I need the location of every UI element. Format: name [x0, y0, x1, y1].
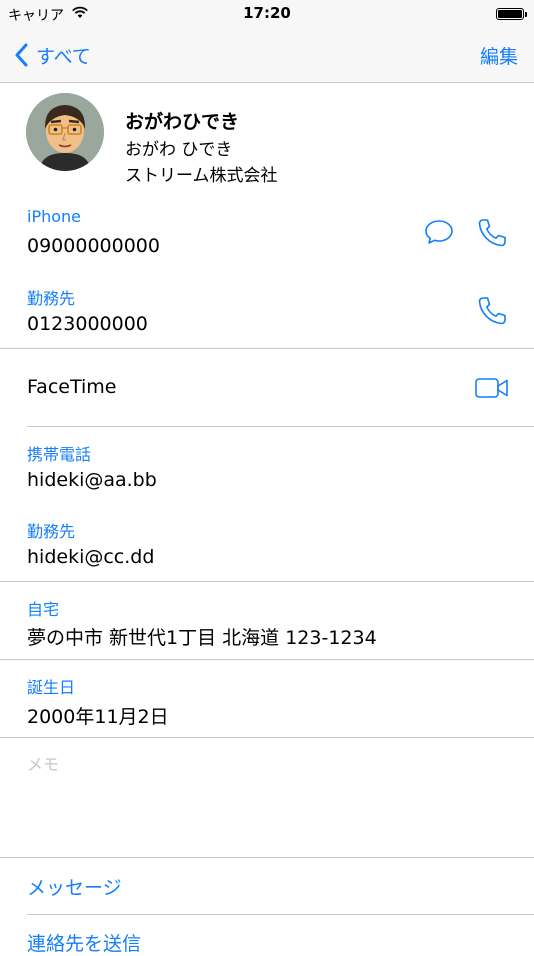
clock: 17:20	[243, 4, 291, 22]
address-value[interactable]: 夢の中市 新世代1丁目 北海道 123-1234	[27, 623, 377, 650]
phone-value-iphone[interactable]: 09000000000	[27, 235, 160, 257]
avatar	[26, 93, 104, 171]
separator	[0, 857, 534, 858]
separator	[27, 914, 534, 915]
separator	[0, 659, 534, 660]
phone-icon[interactable]	[476, 217, 508, 253]
phone-label-work: 勤務先	[27, 289, 76, 308]
separator	[0, 737, 534, 738]
phone-value-work[interactable]: 0123000000	[27, 313, 148, 335]
contact-company: ストリーム株式会社	[125, 166, 278, 186]
phone-icon[interactable]	[476, 295, 508, 331]
email-label-work: 勤務先	[27, 522, 76, 541]
email-value-mobile[interactable]: hideki@aa.bb	[27, 469, 157, 491]
message-bubble-icon[interactable]	[424, 219, 454, 249]
facetime-label[interactable]: FaceTime	[27, 376, 116, 398]
contact-phonetic-name: おがわ ひでき	[125, 140, 233, 160]
send-message-button[interactable]: メッセージ	[27, 873, 122, 900]
phone-label-iphone: iPhone	[27, 207, 82, 226]
email-value-work[interactable]: hideki@cc.dd	[27, 546, 154, 568]
back-button[interactable]: すべて	[14, 40, 91, 70]
separator	[27, 426, 534, 427]
memo-field[interactable]: メモ	[27, 751, 59, 775]
chevron-left-icon	[14, 43, 28, 67]
contact-name: おがわひでき	[125, 111, 240, 133]
battery-icon	[496, 8, 527, 20]
birthday-label: 誕生日	[27, 678, 76, 697]
separator	[0, 348, 534, 349]
birthday-value: 2000年11月2日	[27, 706, 169, 728]
navigation-bar: すべて 編集	[0, 28, 534, 83]
video-camera-icon[interactable]	[474, 377, 510, 403]
back-button-label: すべて	[36, 45, 91, 68]
share-contact-button[interactable]: 連絡先を送信	[27, 929, 141, 956]
email-label-mobile: 携帯電話	[27, 445, 92, 464]
address-label: 自宅	[27, 600, 60, 619]
edit-button[interactable]: 編集	[480, 42, 518, 69]
separator	[0, 581, 534, 582]
status-bar: キャリア 17:20	[0, 0, 534, 28]
